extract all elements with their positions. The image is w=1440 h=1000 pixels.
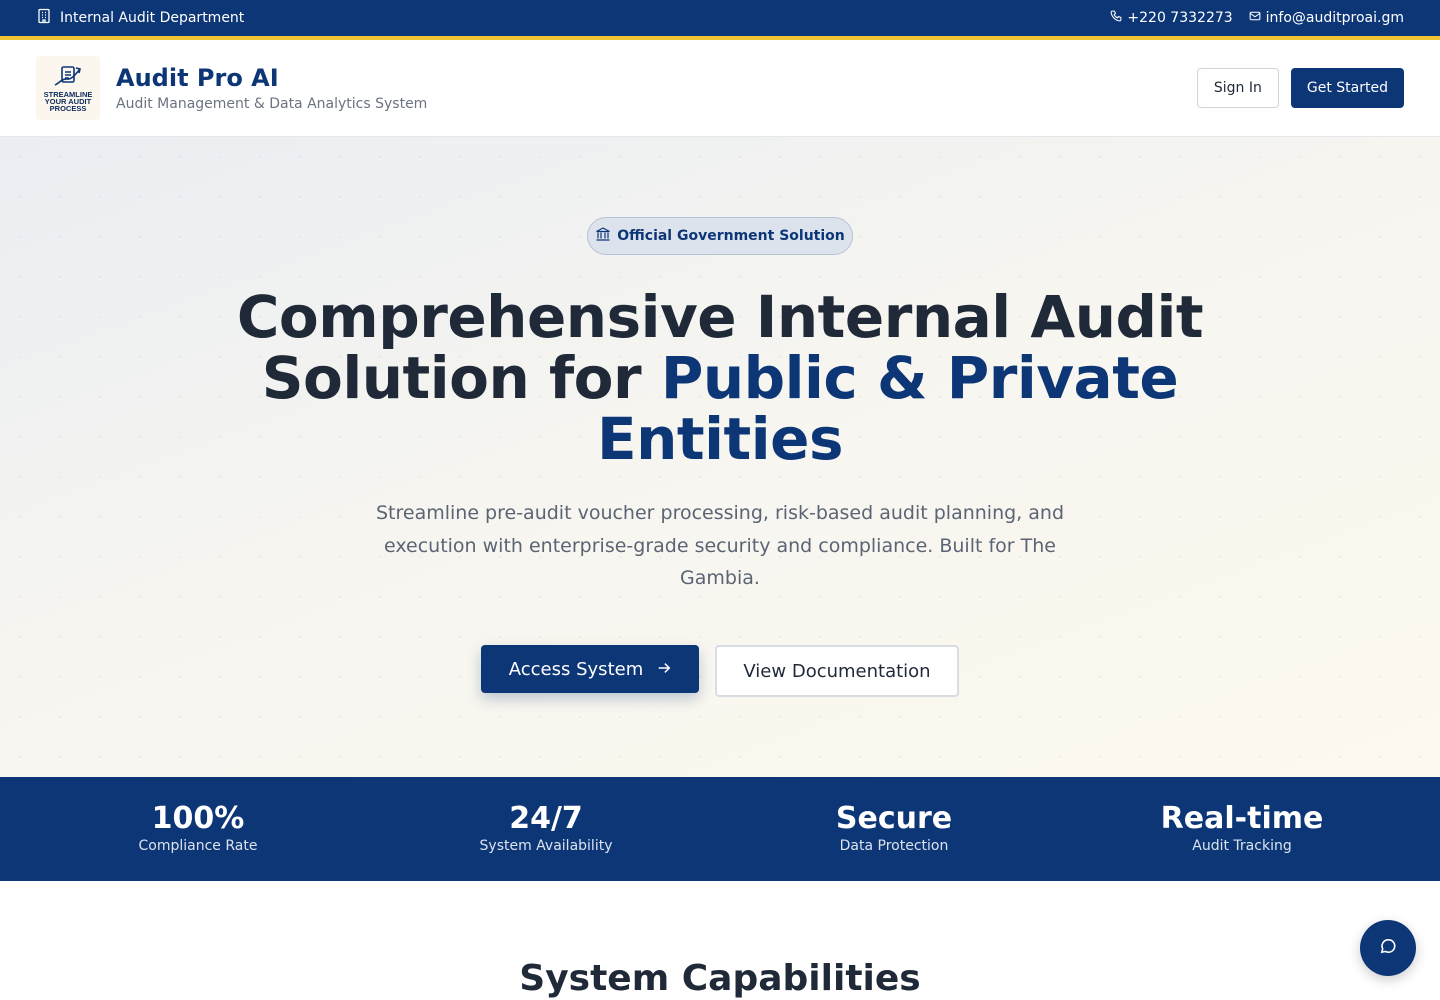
hero-title: Comprehensive Internal Audit Solution fo…: [220, 287, 1220, 470]
stat-compliance: 100% Compliance Rate: [24, 777, 372, 881]
email-contact[interactable]: info@auditproai.gm: [1249, 10, 1404, 26]
brand[interactable]: STREAMLINE YOUR AUDIT PROCESS Audit Pro …: [36, 56, 427, 120]
clipboard-chart-icon: [54, 65, 81, 86]
hero-title-line1: Comprehensive Internal Audit: [236, 283, 1204, 351]
top-bar: Internal Audit Department +220 7332273 i…: [0, 0, 1440, 36]
chat-bubble-icon: [1379, 937, 1397, 959]
stat-availability: 24/7 System Availability: [372, 777, 720, 881]
access-system-button[interactable]: Access System: [481, 645, 699, 693]
stat-value: 24/7: [509, 801, 583, 836]
get-started-button[interactable]: Get Started: [1290, 68, 1404, 108]
stats-bar: 100% Compliance Rate 24/7 System Availab…: [0, 777, 1440, 881]
official-badge: Official Government Solution: [587, 217, 853, 255]
phone-contact[interactable]: +220 7332273: [1110, 10, 1233, 26]
stat-label: Data Protection: [839, 838, 949, 854]
hero-title-line2: Solution for: [261, 344, 661, 412]
chat-button[interactable]: [1360, 920, 1416, 976]
hero-actions: Access System View Documentation: [0, 645, 1440, 697]
department-label: Internal Audit Department: [60, 10, 245, 26]
logo-text: STREAMLINE YOUR AUDIT PROCESS: [43, 89, 93, 113]
hero-section: Official Government Solution Comprehensi…: [0, 137, 1440, 777]
mail-icon: [1249, 10, 1261, 26]
brand-subtitle: Audit Management & Data Analytics System: [116, 96, 428, 112]
email-address: info@auditproai.gm: [1265, 10, 1404, 26]
contact-info: +220 7332273 info@auditproai.gm: [1110, 10, 1404, 26]
stat-label: Compliance Rate: [138, 838, 258, 854]
site-header: STREAMLINE YOUR AUDIT PROCESS Audit Pro …: [0, 40, 1440, 137]
phone-icon: [1110, 10, 1122, 26]
capabilities-title: System Capabilities: [519, 958, 921, 999]
hero-description: Streamline pre-audit voucher processing,…: [375, 502, 1065, 589]
landmark-icon: [595, 226, 611, 246]
stat-label: Audit Tracking: [1192, 838, 1292, 854]
view-documentation-button[interactable]: View Documentation: [715, 645, 959, 697]
brand-text: Audit Pro AI Audit Management & Data Ana…: [116, 64, 427, 112]
department-info: Internal Audit Department: [36, 8, 244, 28]
hero-title-highlight: Public & Private Entities: [597, 344, 1179, 473]
stat-value: 100%: [151, 801, 245, 836]
badge-label: Official Government Solution: [617, 228, 845, 244]
stat-tracking: Real-time Audit Tracking: [1068, 777, 1416, 881]
phone-number: +220 7332273: [1127, 10, 1233, 26]
sign-in-button[interactable]: Sign In: [1196, 68, 1279, 108]
stat-value: Real-time: [1160, 801, 1324, 836]
access-system-label: Access System: [508, 658, 644, 680]
stat-security: Secure Data Protection: [720, 777, 1068, 881]
arrow-right-icon: [657, 659, 671, 680]
stat-value: Secure: [835, 801, 953, 836]
brand-title: Audit Pro AI: [116, 64, 279, 92]
building-icon: [36, 8, 52, 28]
stat-label: System Availability: [479, 838, 613, 854]
logo: STREAMLINE YOUR AUDIT PROCESS: [36, 56, 100, 120]
header-actions: Sign In Get Started: [1196, 68, 1404, 108]
